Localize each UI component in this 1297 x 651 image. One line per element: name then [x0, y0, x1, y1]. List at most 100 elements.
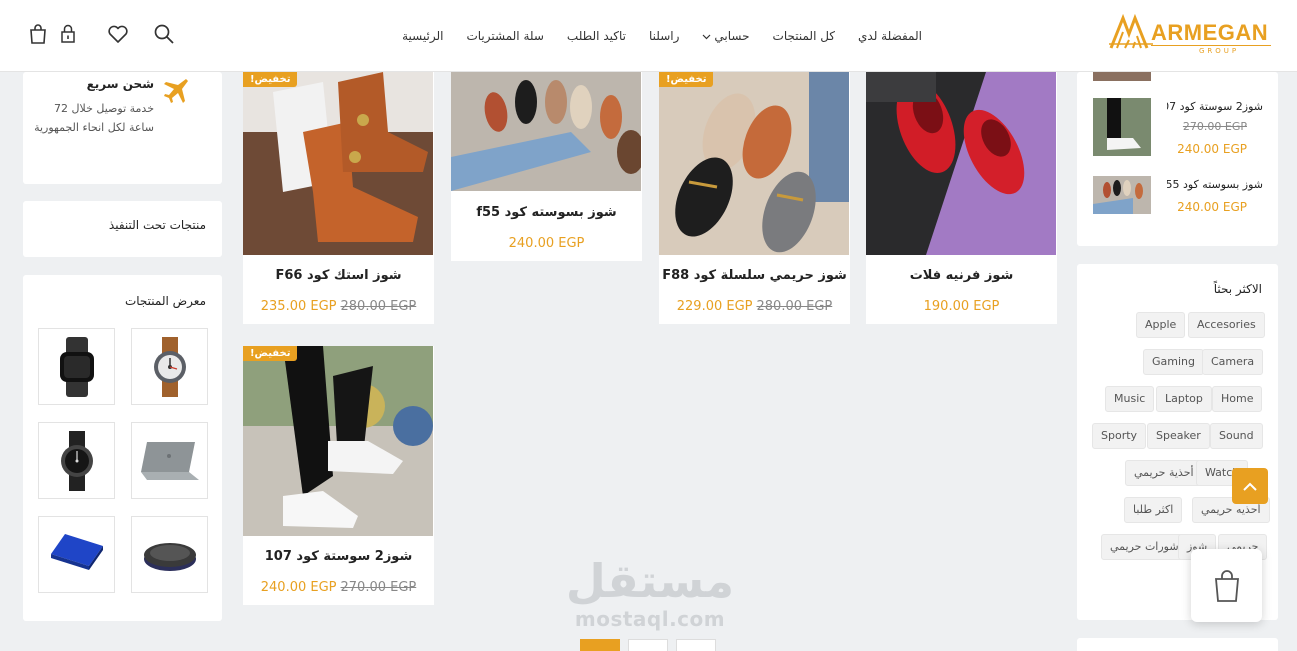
product-card[interactable]: تخفيض! شوز2 سوستة كود 107 240.00 EGP 270.…: [243, 346, 434, 605]
chevron-down-icon: [702, 29, 711, 43]
gallery-item[interactable]: [38, 328, 115, 405]
pagination-last[interactable]: [676, 639, 716, 651]
pagination-next[interactable]: [628, 639, 668, 651]
product-title[interactable]: شوز استك كود F66: [243, 268, 434, 283]
search-icon[interactable]: [152, 22, 176, 46]
product-card[interactable]: شوز بسوسته كود f55 240.00 EGP: [451, 72, 642, 261]
price-current: 235.00 EGP: [260, 299, 337, 314]
watermark-url: mostaql.com: [574, 607, 726, 631]
product-image[interactable]: تخفيض!: [659, 72, 849, 255]
nav-cart[interactable]: سلة المشتريات: [466, 29, 543, 43]
smartwatch-steel-icon: [60, 430, 93, 491]
shipping-description: خدمة توصيل خلال 72 ساعة لكل انحاء الجمهو…: [34, 102, 154, 134]
product-price: 235.00 EGP 280.00 EGP: [243, 299, 434, 314]
product-card[interactable]: تخفيض! شوز حريمي سلسلة كود F88 229.00 EG…: [659, 72, 850, 324]
product-price: 240.00 EGP: [451, 236, 642, 251]
product-title[interactable]: شوز حريمي سلسلة كود F88: [659, 268, 850, 283]
laptop-gray-icon: [140, 441, 199, 480]
tag-laptop[interactable]: Laptop: [1156, 386, 1212, 412]
recent-product-name[interactable]: شوز2 سوستة كود 107: [1167, 100, 1263, 113]
recent-product-thumb[interactable]: [1093, 176, 1151, 214]
under-construction-title[interactable]: منتجات تحت التنفيذ: [109, 218, 206, 232]
recent-products-panel: شوز2 سوستة كود 107 270.00 EGP 240.00 EGP…: [1077, 72, 1278, 246]
recent-product-thumb[interactable]: [1093, 98, 1151, 156]
price-old: 280.00 EGP: [756, 299, 833, 314]
gallery-item[interactable]: [38, 422, 115, 499]
price-current: 240.00 EGP: [508, 236, 585, 251]
gallery-item[interactable]: [131, 516, 208, 593]
price-old: 270.00 EGP: [340, 580, 417, 595]
next-panel-partial: [1077, 638, 1278, 651]
pagination-current[interactable]: [580, 639, 620, 651]
product-image[interactable]: تخفيض!: [243, 72, 433, 255]
recent-product[interactable]: شوز2 سوستة كود 107 270.00 EGP 240.00 EGP: [1093, 98, 1263, 158]
product-image[interactable]: تخفيض!: [243, 346, 433, 536]
logo-brand: ARMEGAN: [1151, 20, 1269, 45]
shipping-panel: شحن سريع خدمة توصيل خلال 72 ساعة لكل انح…: [23, 72, 222, 184]
tag-speaker[interactable]: Speaker: [1147, 423, 1210, 449]
tag-apple[interactable]: Apple: [1136, 312, 1186, 338]
gallery-grid: [38, 328, 208, 593]
watermark: مستقل mostaql.com: [565, 555, 735, 631]
recent-product-name[interactable]: شوز بسوسته كود f55: [1167, 178, 1263, 191]
heart-icon[interactable]: [106, 22, 130, 46]
recent-product-price: 240.00 EGP: [1177, 200, 1247, 214]
price-current: 229.00 EGP: [676, 299, 753, 314]
nav-home[interactable]: الرئيسية: [402, 29, 443, 43]
tag-music[interactable]: Music: [1105, 386, 1155, 412]
product-price: 240.00 EGP 270.00 EGP: [243, 580, 434, 595]
nav-wishlist[interactable]: المفضلة لدي: [858, 29, 922, 43]
main-nav: الرئيسية سلة المشتريات تاكيد الطلب راسلن…: [402, 0, 922, 72]
tags-title: الاكثر بحثاً: [1213, 282, 1262, 296]
product-price: 229.00 EGP 280.00 EGP: [659, 299, 850, 314]
product-title[interactable]: شوز بسوسته كود f55: [451, 205, 642, 220]
logo-underline: [1151, 45, 1271, 46]
tag-most-requested[interactable]: اكثر طلبا: [1124, 497, 1183, 523]
tag-accesories[interactable]: Accesories: [1188, 312, 1265, 338]
site-logo[interactable]: ARMEGAN GROUP: [1109, 12, 1277, 58]
sale-badge: تخفيض!: [243, 346, 298, 361]
recent-product-old-price: 270.00 EGP: [1182, 120, 1247, 133]
speaker-dark-icon: [143, 542, 196, 571]
tag-sporty[interactable]: Sporty: [1092, 423, 1147, 449]
watermark-arabic: مستقل: [565, 554, 735, 608]
product-card[interactable]: تخفيض! شوز استك كود F66 235.00 EGP 280.00…: [243, 72, 434, 324]
site-header: الرئيسية سلة المشتريات تاكيد الطلب راسلن…: [0, 0, 1297, 72]
nav-all-products[interactable]: كل المنتجات: [773, 29, 835, 43]
scroll-to-top-button[interactable]: [1232, 468, 1268, 504]
tag-camera[interactable]: Camera: [1202, 349, 1264, 375]
under-construction-panel: منتجات تحت التنفيذ: [23, 201, 222, 257]
recent-product[interactable]: شوز بسوسته كود f55 240.00 EGP: [1093, 176, 1263, 236]
product-card[interactable]: شوز فرنيه فلات 190.00 EGP: [866, 72, 1057, 324]
gallery-item[interactable]: [131, 422, 208, 499]
price-old: 280.00 EGP: [340, 299, 417, 314]
nav-account[interactable]: حسابي: [702, 29, 750, 43]
product-image[interactable]: [866, 72, 1056, 255]
nav-checkout[interactable]: تاكيد الطلب: [567, 29, 626, 43]
gallery-item[interactable]: [131, 328, 208, 405]
tag-gaming[interactable]: Gaming: [1143, 349, 1204, 375]
gallery-title: معرض المنتجات: [124, 294, 206, 308]
recent-thumb-partial: [1093, 72, 1151, 81]
smartwatch-leather-icon: [153, 336, 186, 397]
product-image[interactable]: [451, 72, 641, 191]
airplane-icon: [160, 75, 188, 107]
tag-sound[interactable]: Sound: [1210, 423, 1263, 449]
tag-women-shoes[interactable]: أحذية حريمي: [1125, 460, 1203, 486]
logo-mark-icon: [1109, 14, 1153, 49]
lock-icon[interactable]: [56, 22, 80, 46]
laptop-blue-icon: [50, 533, 103, 570]
floating-cart-button[interactable]: [1191, 549, 1262, 622]
product-title[interactable]: شوز فرنيه فلات: [866, 268, 1057, 283]
price-current: 190.00 EGP: [923, 299, 1000, 314]
gallery-item[interactable]: [38, 516, 115, 593]
cart-icon[interactable]: [26, 22, 50, 46]
product-title[interactable]: شوز2 سوستة كود 107: [243, 549, 434, 564]
gallery-panel: معرض المنتجات: [23, 275, 222, 621]
shipping-title: شحن سريع: [86, 77, 154, 91]
product-price: 190.00 EGP: [866, 299, 1057, 314]
tag-home[interactable]: Home: [1212, 386, 1263, 412]
tag-women-shorts[interactable]: شورات حريمي: [1101, 534, 1188, 560]
shopping-bag-icon: [1214, 569, 1239, 602]
nav-contact[interactable]: راسلنا: [649, 29, 679, 43]
